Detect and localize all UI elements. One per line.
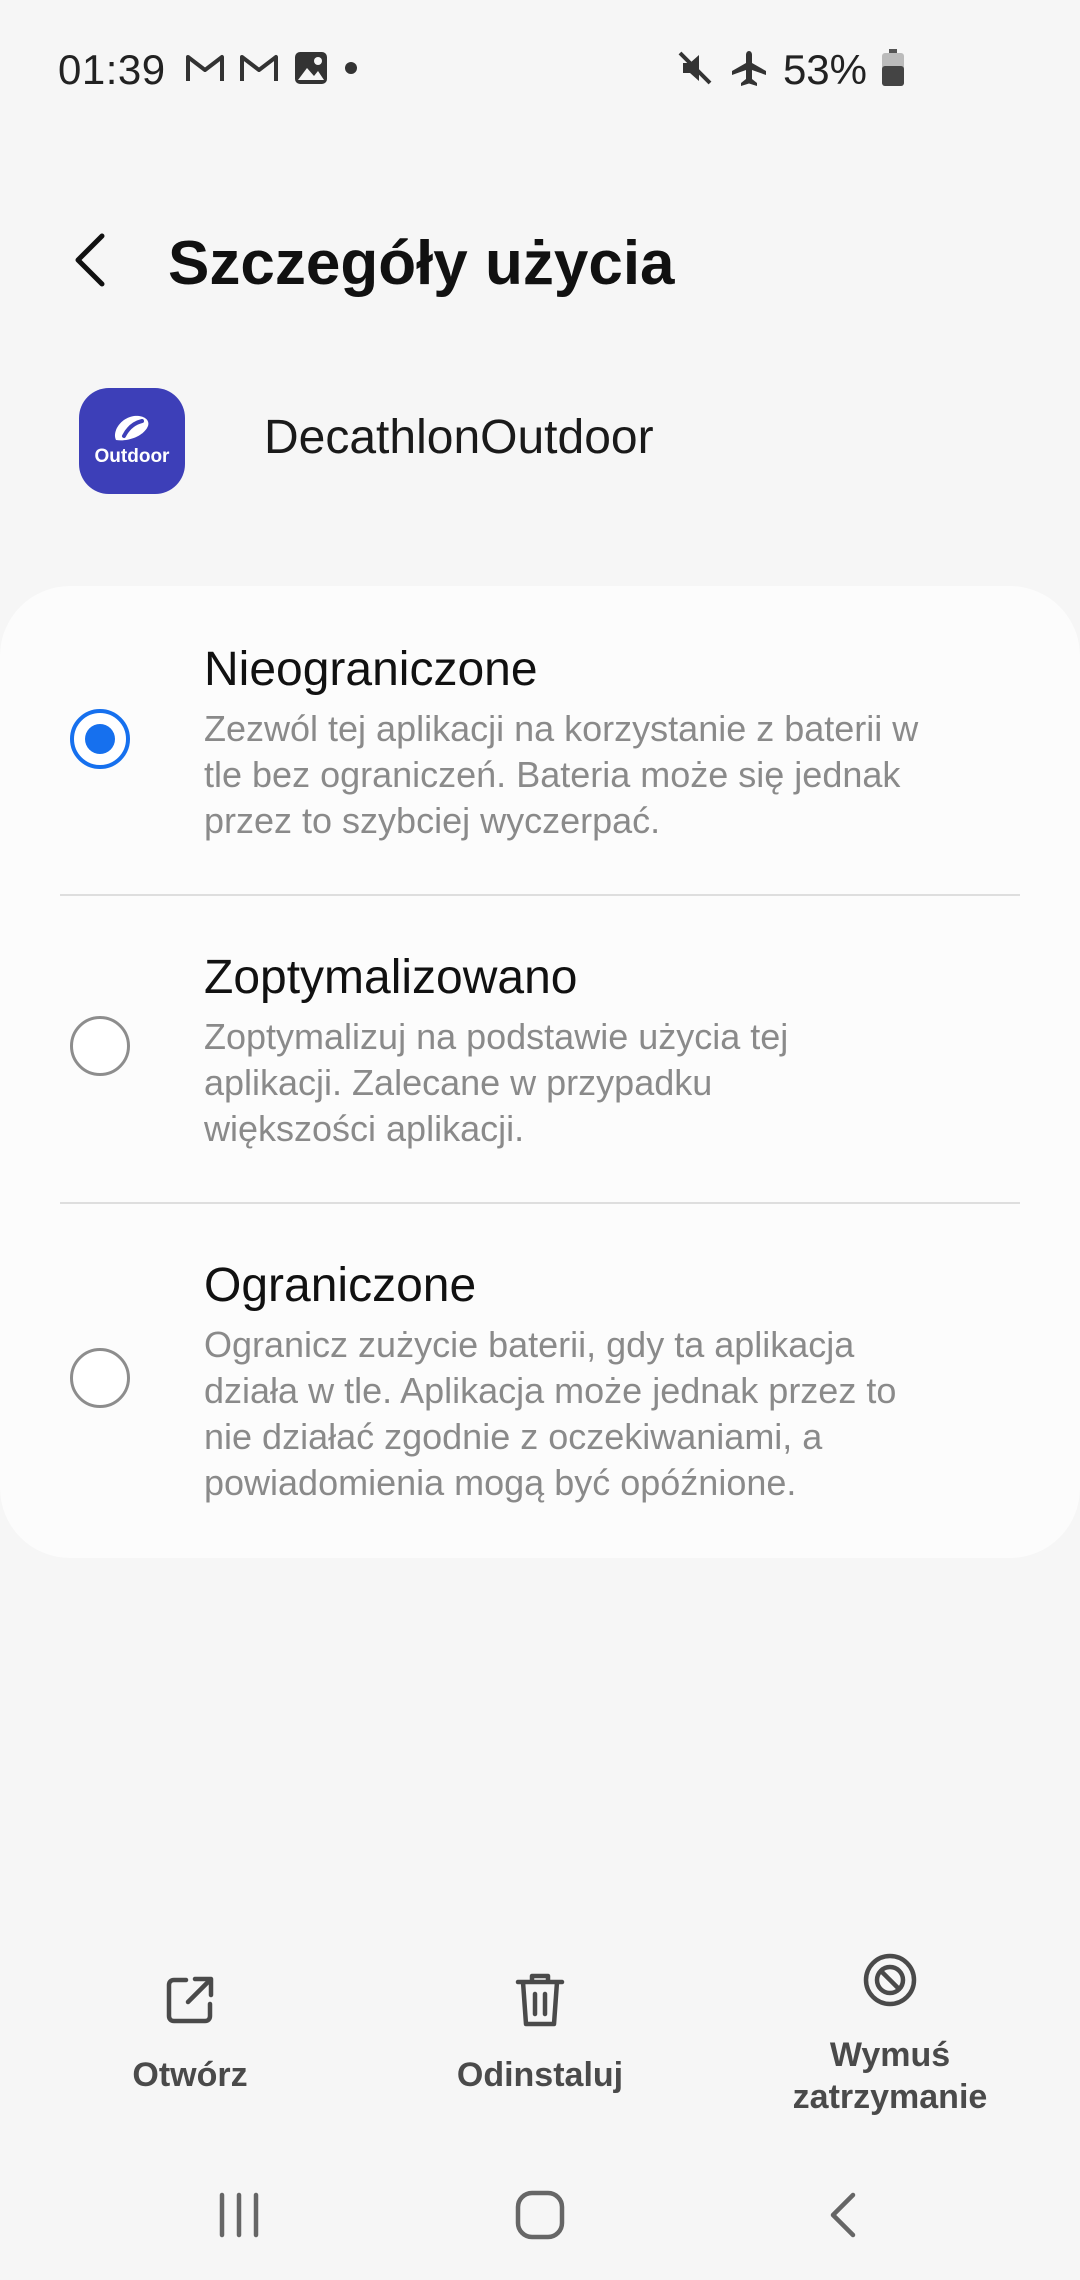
decathlon-logo-icon — [114, 415, 149, 441]
bottom-actions: Otwórz Odinstaluj Wymuś zatrzymanie — [0, 1953, 1080, 2130]
app-icon-label: Outdoor — [94, 446, 170, 467]
back-button[interactable] — [60, 230, 120, 290]
battery-options-card: Nieograniczone Zezwól tej aplikacji na k… — [0, 586, 1080, 1558]
dot-icon — [343, 60, 359, 81]
status-time: 01:39 — [58, 46, 166, 93]
option-title: Ograniczone — [204, 1259, 477, 1312]
home-icon — [515, 2190, 565, 2240]
gmail-icon — [185, 52, 225, 89]
system-status-icons: 53% — [675, 46, 905, 94]
battery-icon — [881, 48, 905, 92]
recent-apps-icon — [219, 2192, 259, 2238]
trash-icon — [390, 1960, 690, 2040]
force-stop-label: Wymuś zatrzymanie — [740, 2034, 1040, 2118]
open-label: Otwórz — [132, 2056, 248, 2094]
nav-back-button[interactable] — [798, 2170, 888, 2260]
battery-percent: 53% — [782, 46, 867, 93]
app-icon: Outdoor — [79, 388, 185, 494]
back-arrow-icon — [830, 2192, 856, 2238]
option-title: Zoptymalizowano — [204, 951, 578, 1004]
home-button[interactable] — [495, 2170, 585, 2260]
mute-icon — [675, 48, 715, 93]
open-icon — [40, 1960, 340, 2040]
status-bar: 01:39 53% — [0, 0, 1080, 140]
force-stop-button[interactable]: Wymuś zatrzymanie — [740, 1940, 1040, 2118]
radio-optimized[interactable] — [70, 1016, 130, 1076]
header: Szczegóły użycia — [0, 210, 1080, 310]
option-description: Zezwól tej aplikacji na korzystanie z ba… — [204, 708, 919, 841]
radio-restricted[interactable] — [70, 1348, 130, 1408]
chevron-left-icon — [75, 233, 105, 287]
option-unrestricted[interactable]: Nieograniczone Zezwól tej aplikacji na k… — [0, 586, 1080, 894]
gmail-icon — [239, 52, 279, 89]
gallery-icon — [293, 50, 329, 91]
option-title: Nieograniczone — [204, 643, 538, 696]
app-name: DecathlonOutdoor — [264, 411, 654, 464]
uninstall-button[interactable]: Odinstaluj — [390, 1960, 690, 2096]
notification-icons — [185, 50, 359, 91]
radio-unrestricted[interactable] — [70, 709, 130, 769]
block-icon — [740, 1940, 1040, 2020]
navigation-bar — [0, 2140, 1080, 2280]
option-description: Zoptymalizuj na podstawie użycia tej apl… — [204, 1016, 789, 1149]
option-restricted[interactable]: Ograniczone Ogranicz zużycie baterii, gd… — [0, 1204, 1080, 1558]
airplane-icon — [729, 48, 769, 93]
force-stop-label-line1: Wymuś — [829, 2036, 951, 2074]
page-title: Szczegóły użycia — [168, 229, 675, 298]
app-info: Outdoor DecathlonOutdoor — [0, 388, 1080, 498]
recent-apps-button[interactable] — [194, 2170, 284, 2260]
force-stop-label-line2: zatrzymanie — [792, 2078, 988, 2116]
open-button[interactable]: Otwórz — [40, 1960, 340, 2096]
uninstall-label: Odinstaluj — [456, 2056, 624, 2094]
option-description: Ogranicz zużycie baterii, gdy ta aplikac… — [204, 1324, 897, 1503]
option-optimized[interactable]: Zoptymalizowano Zoptymalizuj na podstawi… — [0, 896, 1080, 1202]
